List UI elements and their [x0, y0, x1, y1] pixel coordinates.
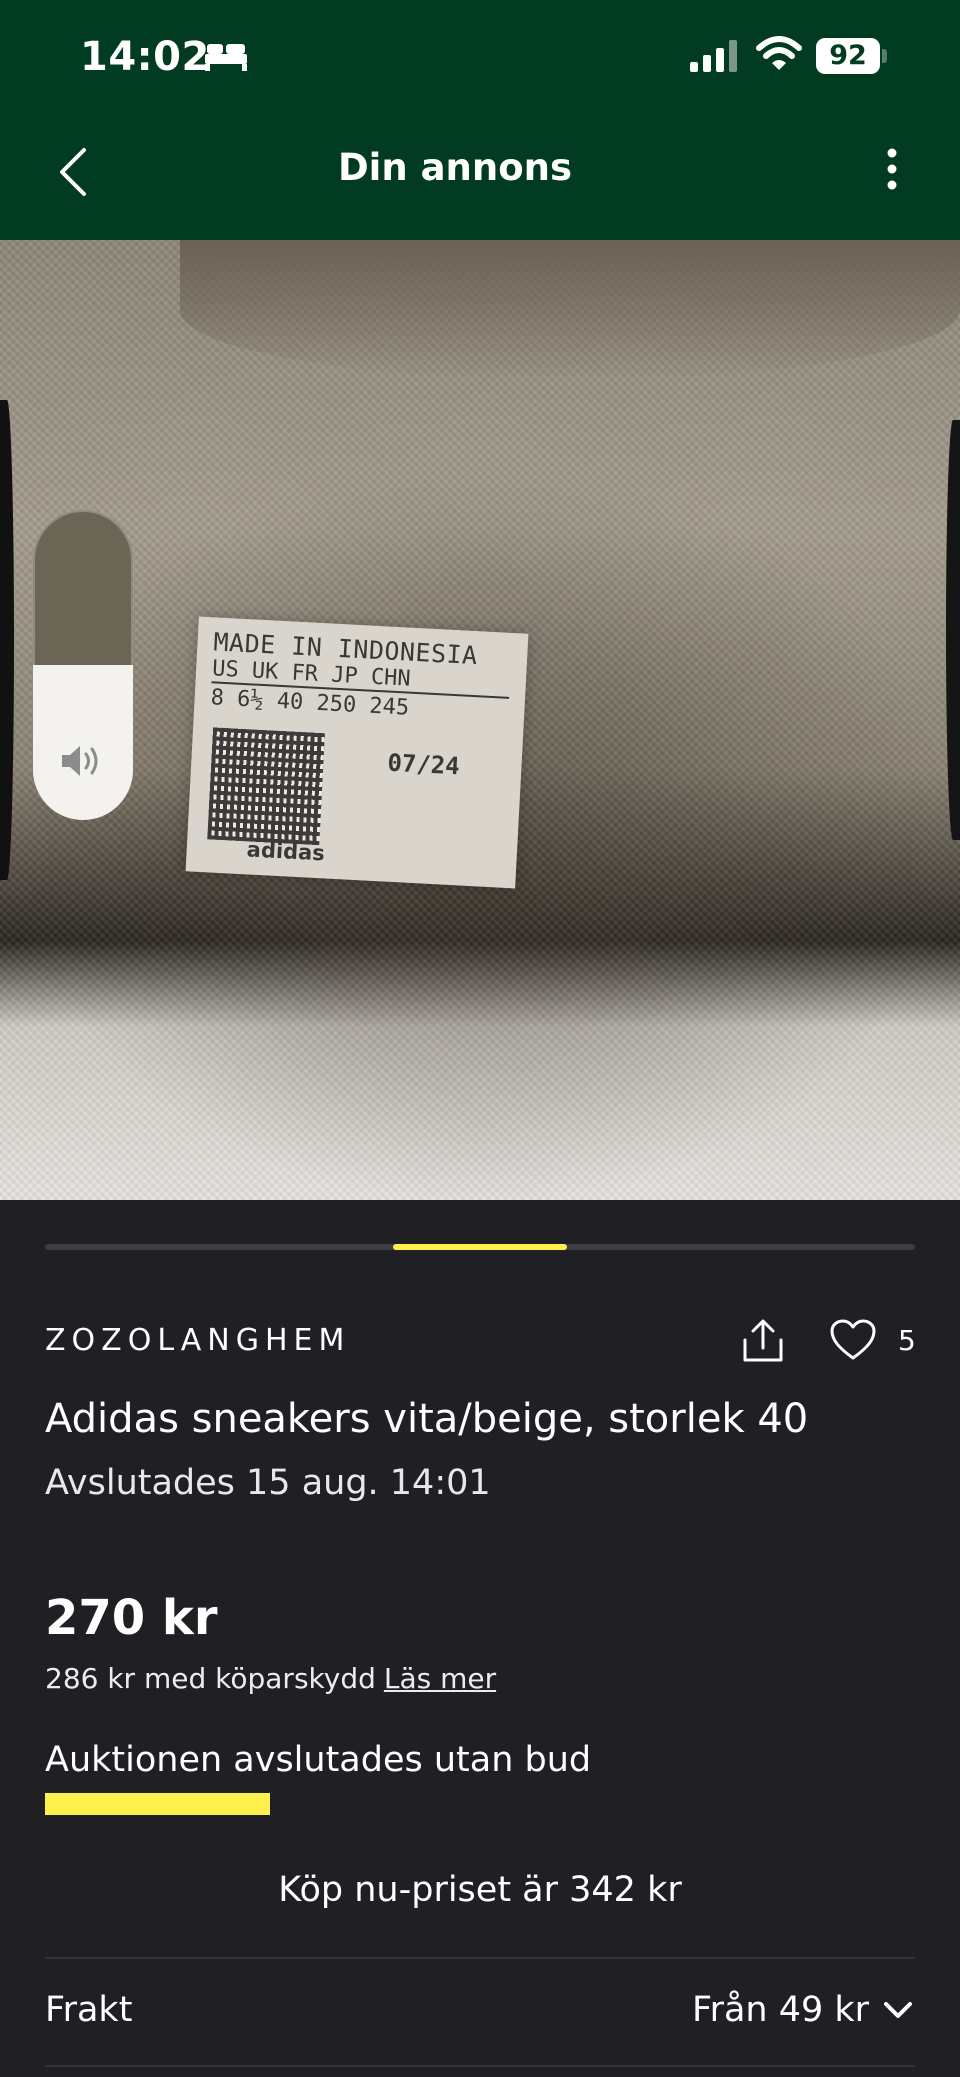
share-icon[interactable] [741, 1318, 785, 1364]
shipping-value[interactable]: Från 49 kr [692, 1990, 869, 2030]
buyer-protection: 286 kr med köparskydd Läs mer [45, 1662, 496, 1695]
gallery-indicator [45, 1244, 915, 1250]
favorites-count: 5 [898, 1324, 916, 1357]
heart-icon[interactable] [829, 1318, 877, 1362]
battery-icon: 92 [816, 38, 888, 74]
chevron-down-icon[interactable] [882, 1999, 914, 2021]
auction-status-bar [45, 1793, 270, 1815]
bed-icon [205, 44, 247, 71]
buyer-protection-text: 286 kr med köparskydd [45, 1662, 376, 1695]
qr-code [207, 727, 325, 846]
seller-name[interactable]: ZOZOLANGHEM [45, 1323, 350, 1358]
listing-photo[interactable]: MADE IN INDONESIA US UK FR JP CHN 8 6½ 4… [0, 240, 960, 1200]
price: 270 kr [45, 1590, 218, 1646]
wifi-icon [756, 36, 802, 70]
gallery-indicator-current [393, 1244, 567, 1250]
read-more-link[interactable]: Läs mer [384, 1662, 496, 1695]
divider [45, 1957, 915, 1959]
shipping-label[interactable]: Frakt [45, 1990, 132, 2030]
battery-level: 92 [816, 38, 880, 74]
volume-slider[interactable] [33, 510, 133, 820]
divider [45, 2065, 915, 2067]
signal-icon [690, 40, 737, 72]
buy-now-price: Köp nu-priset är 342 kr [278, 1870, 682, 1910]
app-header: 14:02 92 Din annons [0, 0, 960, 240]
status-time: 14:02 [80, 34, 210, 80]
page-title: Din annons [337, 146, 573, 189]
listing-end-time: Avslutades 15 aug. 14:01 [45, 1463, 491, 1503]
shoe-size-label: MADE IN INDONESIA US UK FR JP CHN 8 6½ 4… [185, 616, 529, 889]
listing-title: Adidas sneakers vita/beige, storlek 40 [45, 1396, 809, 1442]
speaker-icon [62, 746, 98, 776]
more-vertical-icon[interactable] [886, 148, 898, 190]
auction-status: Auktionen avslutades utan bud [45, 1740, 592, 1780]
